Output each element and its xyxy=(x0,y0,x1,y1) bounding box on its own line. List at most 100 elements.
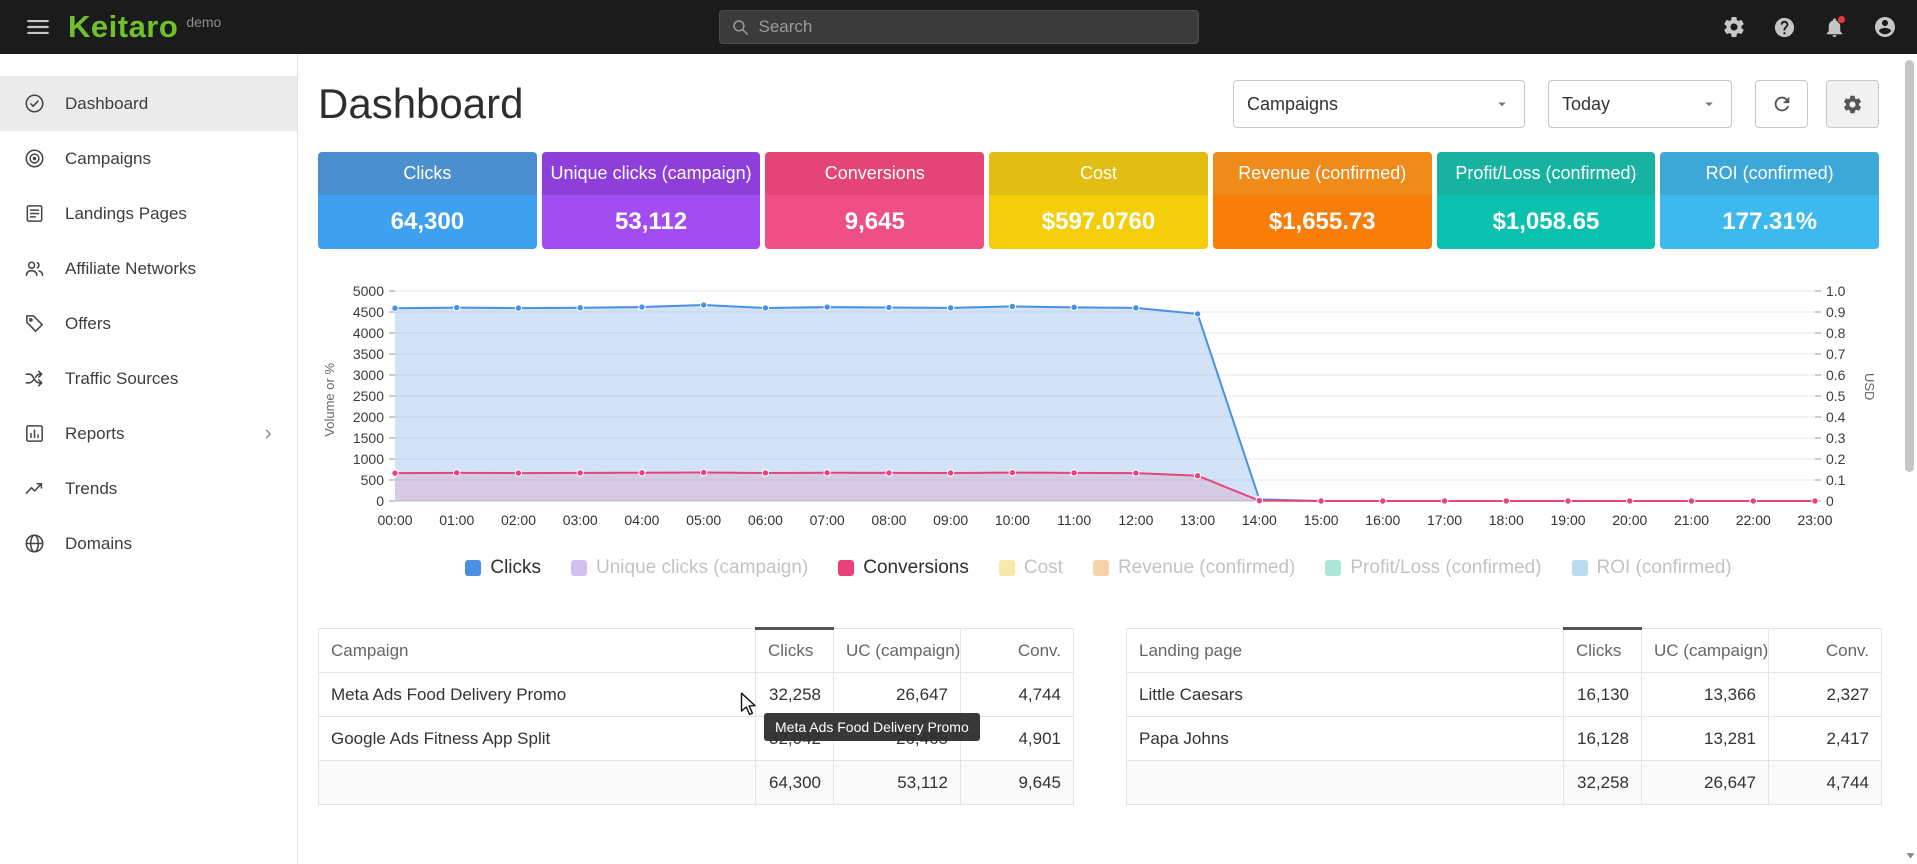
chevron-down-icon xyxy=(1493,95,1511,113)
dashboard-icon xyxy=(23,92,46,115)
table-row[interactable]: Meta Ads Food Delivery Promo 32,258 26,6… xyxy=(319,673,1074,717)
table-totals-row: 64,300 53,112 9,645 xyxy=(319,761,1074,805)
legend-item-roi[interactable]: ROI (confirmed) xyxy=(1572,557,1732,579)
column-header-clicks[interactable]: Clicks xyxy=(756,629,834,673)
notifications-icon[interactable] xyxy=(1823,16,1846,39)
legend-label: Unique clicks (campaign) xyxy=(596,557,808,579)
legend-item-conversions[interactable]: Conversions xyxy=(838,557,969,579)
cell-campaign-name: Google Ads Fitness App Split xyxy=(319,717,756,761)
column-header-landing-page[interactable]: Landing page xyxy=(1127,629,1564,673)
sidebar-item-domains[interactable]: Domains xyxy=(0,516,297,571)
cell-conv: 2,417 xyxy=(1769,717,1882,761)
dashboard-settings-button[interactable] xyxy=(1826,80,1879,128)
user-icon[interactable] xyxy=(1873,15,1897,39)
svg-text:2500: 2500 xyxy=(353,388,384,404)
sidebar-item-offers[interactable]: Offers xyxy=(0,296,297,351)
sidebar-item-affiliate-networks[interactable]: Affiliate Networks xyxy=(0,241,297,296)
search-input[interactable] xyxy=(759,17,1187,37)
menu-icon[interactable] xyxy=(20,9,56,45)
column-header-conv[interactable]: Conv. xyxy=(961,629,1074,673)
metric-value: 177.31% xyxy=(1660,195,1879,249)
date-range-select[interactable]: Today xyxy=(1548,80,1732,128)
svg-text:0.9: 0.9 xyxy=(1826,304,1846,320)
scroll-down-arrow[interactable] xyxy=(1904,849,1916,861)
legend-item-unique-clicks[interactable]: Unique clicks (campaign) xyxy=(571,557,808,579)
svg-text:1.0: 1.0 xyxy=(1826,283,1846,299)
cell-total-conv: 4,744 xyxy=(1769,761,1882,805)
legend-item-revenue[interactable]: Revenue (confirmed) xyxy=(1093,557,1295,579)
landing-pages-table: Landing page Clicks UC (campaign) Conv. … xyxy=(1126,627,1882,805)
table-totals-row: 32,258 26,647 4,744 xyxy=(1127,761,1882,805)
svg-text:3500: 3500 xyxy=(353,346,384,362)
cell-empty xyxy=(1127,761,1564,805)
svg-text:1000: 1000 xyxy=(353,451,384,467)
sidebar-item-campaigns[interactable]: Campaigns xyxy=(0,131,297,186)
metric-cards: Clicks 64,300 Unique clicks (campaign) 5… xyxy=(318,152,1879,249)
svg-text:4000: 4000 xyxy=(353,325,384,341)
legend-swatch xyxy=(999,560,1015,576)
scrollbar-thumb[interactable] xyxy=(1905,60,1914,472)
svg-text:11:00: 11:00 xyxy=(1057,512,1091,528)
column-header-clicks[interactable]: Clicks xyxy=(1564,629,1642,673)
legend-swatch xyxy=(465,560,481,576)
logo[interactable]: Keitaro demo xyxy=(68,10,221,44)
sidebar-item-dashboard[interactable]: Dashboard xyxy=(0,76,297,131)
column-header-uc[interactable]: UC (campaign) xyxy=(1642,629,1769,673)
metric-card-conversions[interactable]: Conversions 9,645 xyxy=(765,152,984,249)
metric-value: 64,300 xyxy=(318,195,537,249)
svg-text:21:00: 21:00 xyxy=(1674,512,1709,528)
metric-card-clicks[interactable]: Clicks 64,300 xyxy=(318,152,537,249)
cell-clicks: 16,130 xyxy=(1564,673,1642,717)
svg-text:00:00: 00:00 xyxy=(377,512,412,528)
metric-label: Profit/Loss (confirmed) xyxy=(1437,152,1656,195)
svg-text:5000: 5000 xyxy=(353,283,384,299)
refresh-button[interactable] xyxy=(1755,80,1808,128)
search-bar[interactable] xyxy=(719,10,1199,44)
svg-text:12:00: 12:00 xyxy=(1118,512,1153,528)
legend-item-clicks[interactable]: Clicks xyxy=(465,557,541,579)
cell-landing-name: Little Caesars xyxy=(1127,673,1564,717)
metric-label: Clicks xyxy=(318,152,537,195)
cell-clicks: 32,258 xyxy=(756,673,834,717)
sidebar-item-landings-pages[interactable]: Landings Pages xyxy=(0,186,297,241)
column-header-campaign[interactable]: Campaign xyxy=(319,629,756,673)
column-header-conv[interactable]: Conv. xyxy=(1769,629,1882,673)
metric-card-revenue[interactable]: Revenue (confirmed) $1,655.73 xyxy=(1213,152,1432,249)
svg-text:01:00: 01:00 xyxy=(439,512,474,528)
hover-tooltip: Meta Ads Food Delivery Promo xyxy=(764,713,980,741)
svg-text:08:00: 08:00 xyxy=(871,512,906,528)
sidebar-item-label: Dashboard xyxy=(65,94,148,114)
metric-card-unique-clicks[interactable]: Unique clicks (campaign) 53,112 xyxy=(542,152,761,249)
svg-text:15:00: 15:00 xyxy=(1304,512,1339,528)
svg-text:14:00: 14:00 xyxy=(1242,512,1277,528)
demo-badge: demo xyxy=(186,14,221,30)
cell-clicks: 16,128 xyxy=(1564,717,1642,761)
metric-card-cost[interactable]: Cost $597.0760 xyxy=(989,152,1208,249)
cell-uc: 13,366 xyxy=(1642,673,1769,717)
legend-label: Clicks xyxy=(490,557,541,579)
sidebar-item-trends[interactable]: Trends xyxy=(0,461,297,516)
sidebar-item-traffic-sources[interactable]: Traffic Sources xyxy=(0,351,297,406)
grouping-select[interactable]: Campaigns xyxy=(1233,80,1525,128)
settings-icon[interactable] xyxy=(1722,15,1746,39)
help-icon[interactable] xyxy=(1773,16,1796,39)
legend-item-profit-loss[interactable]: Profit/Loss (confirmed) xyxy=(1325,557,1541,579)
traffic-chart: Volume or % 0500100015002000250030003500… xyxy=(318,277,1879,535)
metric-card-roi[interactable]: ROI (confirmed) 177.31% xyxy=(1660,152,1879,249)
cell-total-uc: 53,112 xyxy=(834,761,961,805)
svg-text:19:00: 19:00 xyxy=(1551,512,1586,528)
column-header-uc[interactable]: UC (campaign) xyxy=(834,629,961,673)
table-row[interactable]: Papa Johns 16,128 13,281 2,417 xyxy=(1127,717,1882,761)
affiliate-networks-icon xyxy=(23,257,46,280)
svg-text:1500: 1500 xyxy=(353,430,384,446)
metric-card-profit-loss[interactable]: Profit/Loss (confirmed) $1,058.65 xyxy=(1437,152,1656,249)
metric-label: ROI (confirmed) xyxy=(1660,152,1879,195)
table-row[interactable]: Little Caesars 16,130 13,366 2,327 xyxy=(1127,673,1882,717)
svg-text:17:00: 17:00 xyxy=(1427,512,1462,528)
svg-text:02:00: 02:00 xyxy=(501,512,536,528)
legend-swatch xyxy=(1325,560,1341,576)
sidebar-item-reports[interactable]: Reports xyxy=(0,406,297,461)
landing-pages-icon xyxy=(23,202,46,225)
sidebar-item-label: Reports xyxy=(65,424,125,444)
legend-item-cost[interactable]: Cost xyxy=(999,557,1063,579)
